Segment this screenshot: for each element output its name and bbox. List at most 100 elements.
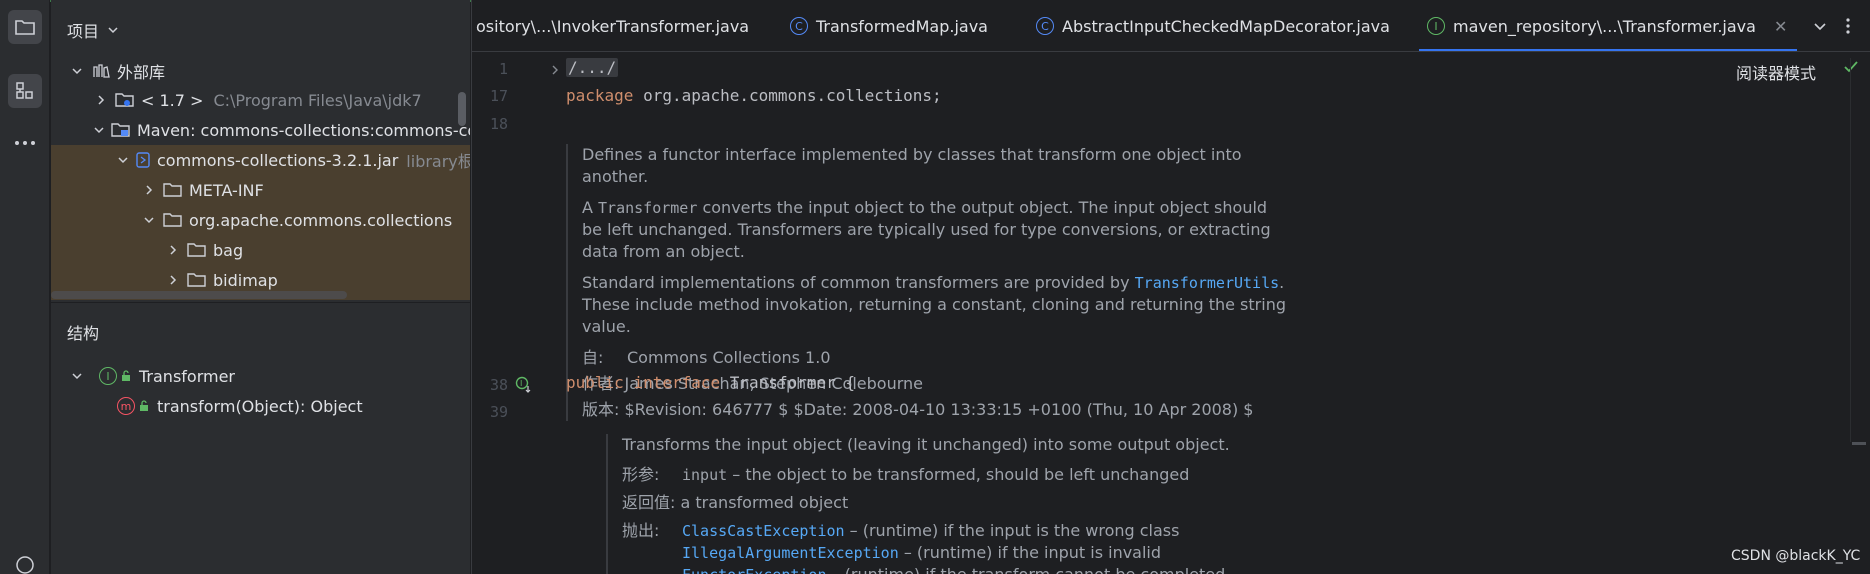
doc-link[interactable]: IllegalArgumentException: [682, 544, 899, 562]
tab-label: ository\...\InvokerTransformer.java: [476, 16, 750, 36]
tree-item-external-libraries[interactable]: 外部库: [51, 56, 470, 86]
interface-icon: I: [99, 367, 117, 385]
structure-item-label: transform(Object): Object: [157, 396, 363, 416]
doc-tag-label: 返回值:: [622, 493, 676, 512]
tree-item-label: Maven: commons-collections:commons-co: [137, 120, 470, 140]
tree-item-suffix: library根: [406, 152, 470, 171]
editor-more-button[interactable]: [1846, 0, 1850, 51]
line-number: 1: [498, 60, 508, 78]
tab-abstract-input-checked[interactable]: C AbstractInputCheckedMapDecorator.java: [1036, 0, 1390, 51]
tree-item-meta-inf[interactable]: META-INF: [51, 175, 470, 205]
reader-mode-button[interactable]: 阅读器模式: [1736, 60, 1816, 84]
doc-return: 返回值: a transformed object: [622, 492, 1306, 514]
doc-link[interactable]: FunctorException: [682, 566, 827, 574]
tab-label: AbstractInputCheckedMapDecorator.java: [1062, 16, 1390, 36]
tab-transformed-map[interactable]: C TransformedMap.java: [790, 0, 988, 51]
structure-item-method[interactable]: m transform(Object): Object: [117, 392, 363, 420]
package-icon: [163, 211, 183, 229]
structure-item-interface[interactable]: I Transformer: [69, 362, 235, 390]
package-icon: [187, 241, 207, 259]
doc-tag-label: 版本:: [582, 400, 620, 419]
search-everywhere-icon: [16, 556, 34, 574]
chevron-down-icon: [69, 63, 85, 79]
doc-link[interactable]: TransformerUtils: [1135, 274, 1280, 292]
tree-item-bag[interactable]: bag: [51, 235, 470, 265]
method-javadoc: Transforms the input object (leaving it …: [606, 434, 1306, 574]
watermark: CSDN @blackK_YC: [1731, 548, 1861, 564]
doc-throws-item: FunctorException – (runtime) if the tran…: [682, 564, 1225, 574]
package-name: org.apache.commons.collections;: [633, 86, 942, 105]
tab-invoker-transformer[interactable]: ository\...\InvokerTransformer.java: [476, 0, 750, 51]
package-line: package org.apache.commons.collections;: [566, 86, 942, 105]
horizontal-scrollbar[interactable]: [51, 291, 347, 299]
interface-keyword: interface: [633, 373, 721, 392]
public-lock-icon: [121, 367, 131, 386]
tree-item-label: org.apache.commons.collections: [189, 210, 453, 230]
chevron-right-icon: [93, 92, 109, 108]
svg-text:I: I: [520, 379, 522, 388]
tree-item-jdk[interactable]: < 1.7 > C:\Program Files\Java\jdk7: [51, 85, 470, 115]
jar-icon: [135, 151, 151, 169]
project-tree: 外部库 < 1.7 > C:\Program Files\Java\jdk7 M…: [51, 56, 470, 300]
tree-item-label: 外部库: [117, 63, 166, 82]
tree-item-label: commons-collections-3.2.1.jar: [157, 150, 399, 170]
tree-item-label: bag: [213, 240, 244, 260]
library-icon: [91, 62, 111, 80]
fold-expand-icon[interactable]: [550, 64, 560, 76]
doc-since: 自: Commons Collections 1.0: [582, 347, 1286, 369]
more-tools-button[interactable]: [8, 126, 42, 160]
doc-paragraph: Standard implementations of common trans…: [582, 272, 1286, 338]
editor-tabs: ository\...\InvokerTransformer.java C Tr…: [472, 0, 1870, 52]
chevron-down-icon: [1814, 23, 1826, 31]
interface-declaration: public interface Transformer {: [566, 373, 855, 392]
doc-tag-label: 自:: [582, 348, 604, 367]
editor-scrollbar-track: [1850, 58, 1851, 442]
close-icon[interactable]: ✕: [1774, 17, 1787, 36]
tool-window-strip: [0, 0, 50, 574]
panel-divider[interactable]: [51, 302, 470, 303]
tab-label: TransformedMap.java: [816, 16, 988, 36]
vertical-scrollbar[interactable]: [458, 92, 466, 126]
folder-icon: [15, 20, 35, 35]
editor-scrollbar-thumb[interactable]: [1852, 442, 1866, 445]
package-icon: [187, 271, 207, 289]
doc-throws-list: ClassCastException – (runtime) if the in…: [682, 520, 1225, 574]
check-icon[interactable]: [1843, 60, 1859, 74]
tab-transformer[interactable]: I maven_repository\...\Transformer.java …: [1419, 0, 1798, 51]
folded-header[interactable]: /.../: [566, 58, 619, 77]
doc-param: 形参: input – the object to be transformed,…: [622, 464, 1306, 486]
chevron-right-icon: [141, 182, 157, 198]
project-panel-header[interactable]: 项目: [67, 18, 119, 42]
structure-tool-button[interactable]: [8, 74, 42, 108]
method-icon: m: [117, 397, 135, 415]
doc-text: – (runtime) if the input is the wrong cl…: [844, 521, 1180, 540]
project-panel: 项目 外部库 < 1.7 > C:\Program Files\Java\jdk…: [51, 0, 470, 574]
package-keyword: package: [566, 86, 634, 105]
line-number: 18: [489, 115, 508, 133]
chevron-down-icon: [69, 368, 85, 384]
structure-icon: [16, 82, 33, 99]
doc-tag-value: $Revision: 646777 $ $Date: 2008-04-10 13…: [624, 400, 1254, 419]
doc-paragraph: A Transformer converts the input object …: [582, 197, 1286, 263]
tree-item-maven-lib[interactable]: Maven: commons-collections:commons-co: [51, 115, 470, 145]
doc-throws: 抛出: ClassCastException – (runtime) if th…: [622, 520, 1306, 574]
tree-item-package[interactable]: org.apache.commons.collections: [51, 205, 470, 235]
doc-text: – (runtime) if the input is invalid: [898, 543, 1162, 562]
chevron-down-icon: [108, 27, 118, 34]
interface-icon: I: [1427, 17, 1445, 35]
bottom-tool-button[interactable]: [8, 548, 42, 574]
doc-text: Standard implementations of common trans…: [582, 273, 1135, 292]
line-number: 17: [489, 87, 508, 105]
chevron-right-icon: [165, 272, 181, 288]
folder-icon: [163, 181, 183, 199]
doc-throws-item: IllegalArgumentException – (runtime) if …: [682, 542, 1225, 564]
doc-link[interactable]: ClassCastException: [682, 522, 845, 540]
structure-panel-title: 结构: [67, 324, 100, 343]
editor-area: ository\...\InvokerTransformer.java C Tr…: [471, 0, 1870, 574]
project-tool-button[interactable]: [8, 10, 42, 44]
tree-item-jar[interactable]: commons-collections-3.2.1.jar library根: [51, 145, 470, 175]
doc-param-name: input: [682, 466, 728, 484]
tabs-dropdown-button[interactable]: [1813, 0, 1827, 51]
implemented-gutter-icon[interactable]: I: [515, 376, 533, 394]
chevron-down-icon: [93, 122, 105, 138]
